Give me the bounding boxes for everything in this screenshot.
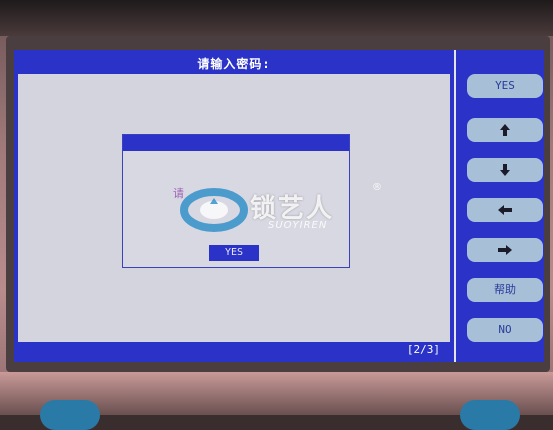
lcd-screen: 请输入密码: 请 YES [2/3] 锁艺人 ® SUOYIREN YES 帮助… (14, 50, 544, 362)
yes-button[interactable]: YES (467, 74, 543, 98)
down-button[interactable] (467, 158, 543, 182)
dialog-message-line1: 请 (173, 187, 184, 200)
left-button[interactable] (467, 198, 543, 222)
up-button[interactable] (467, 118, 543, 142)
screen-title: 请输入密码: (18, 54, 450, 74)
arrow-down-icon (500, 164, 510, 176)
device-body: 请输入密码: 请 YES [2/3] 锁艺人 ® SUOYIREN YES 帮助… (0, 0, 553, 430)
arrow-up-icon (500, 124, 510, 136)
main-panel: 请输入密码: 请 YES [2/3] (14, 50, 454, 362)
password-dialog: 请 YES (122, 134, 350, 268)
no-button[interactable]: NO (467, 318, 543, 342)
right-knob (460, 400, 520, 430)
arrow-right-icon (498, 245, 512, 255)
status-bar: [2/3] (18, 342, 450, 358)
dialog-title-bar (123, 135, 349, 151)
side-menu: YES 帮助 NO (456, 50, 544, 362)
right-button[interactable] (467, 238, 543, 262)
arrow-left-icon (498, 205, 512, 215)
left-knob (40, 400, 100, 430)
page-indicator: [2/3] (406, 343, 440, 356)
help-button[interactable]: 帮助 (467, 278, 543, 302)
dialog-message: 请 (173, 187, 303, 200)
dialog-yes-button[interactable]: YES (209, 245, 259, 261)
device-top-bar (0, 0, 553, 36)
